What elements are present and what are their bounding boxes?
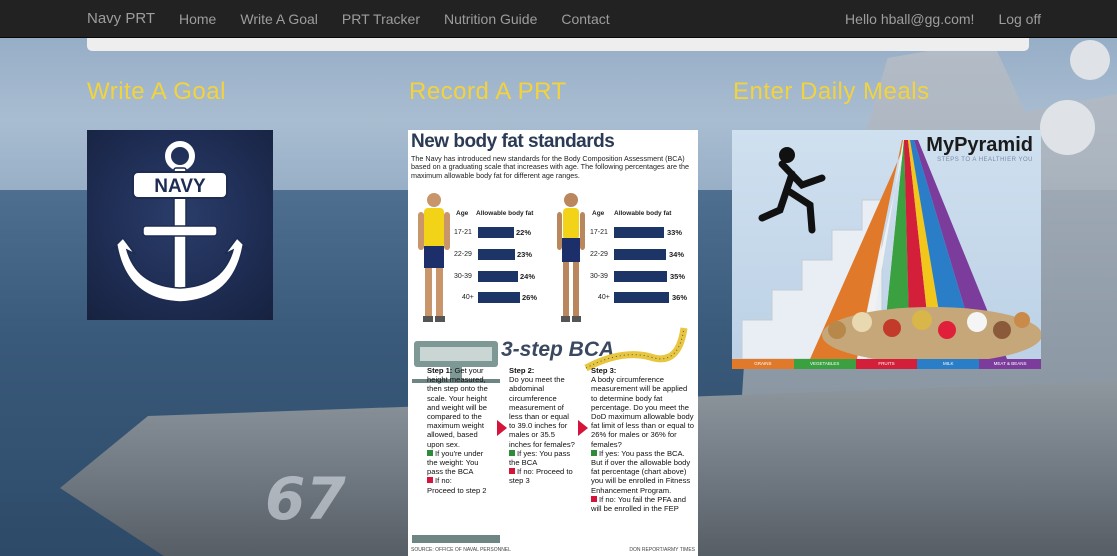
user-greeting-link[interactable]: Hello hball@gg.com! [845, 11, 974, 27]
female-age: 40+ [598, 294, 610, 301]
female-bar [614, 271, 667, 282]
food-group-meat-beans: MEAT & BEANS [979, 359, 1041, 369]
arrow-icon [578, 420, 588, 436]
infographic-title: New body fat standards [411, 131, 615, 152]
step-3-no: If no: You fail the PFA and will be enro… [591, 494, 686, 514]
navbar: Navy PRT Home Write A Goal PRT Tracker N… [0, 0, 1117, 38]
radar-dome [1040, 100, 1095, 155]
female-age: 30-39 [590, 273, 608, 280]
male-age: 30-39 [454, 273, 472, 280]
male-pct: 26% [522, 293, 538, 302]
food-group-grains: GRAINS [732, 359, 794, 369]
male-age: 22-29 [454, 251, 472, 258]
female-table: Age Allowable body fat 17-21 33% 22-29 3… [590, 210, 696, 330]
female-pct: 34% [669, 250, 685, 259]
brand-link[interactable]: Navy PRT [87, 10, 155, 27]
female-age-header: Age [592, 210, 605, 217]
step-1-no-label: If no: [435, 476, 452, 486]
step-2: Step 2: Do you meet the abdominal circum… [509, 366, 575, 486]
male-pct: 22% [516, 228, 532, 237]
female-figure-icon [557, 193, 585, 322]
step-2-yes: If yes: You pass the BCA [509, 448, 571, 468]
step-2-text: Do you meet the abdominal circumference … [509, 375, 575, 449]
female-bar [614, 249, 666, 260]
female-age: 22-29 [590, 251, 608, 258]
credit-right: DON REPORT/ARMY TIMES [629, 547, 695, 553]
arrow-icon [497, 420, 507, 436]
navy-label: NAVY [154, 176, 206, 197]
male-pct: 24% [520, 272, 536, 281]
step-1-no: Proceed to step 2 [427, 485, 487, 495]
hull-number: 67 [265, 465, 346, 533]
step-3: Step 3: A body circumference measurement… [591, 366, 695, 513]
male-pct: 23% [517, 250, 533, 259]
nav-write-goal[interactable]: Write A Goal [240, 11, 318, 27]
record-prt-heading: Record A PRT [409, 78, 567, 105]
pyramid-logo: MyPyramid [926, 134, 1033, 156]
nav-links: Home Write A Goal PRT Tracker Nutrition … [179, 11, 634, 27]
step-3-head: Step 3: [591, 366, 617, 375]
step-2-head: Step 2: [509, 366, 535, 375]
male-table: Age Allowable body fat 17-21 22% 22-29 2… [454, 210, 554, 330]
male-bar [478, 227, 514, 238]
body-fat-infographic[interactable]: New body fat standards The Navy has intr… [408, 130, 698, 556]
daily-meals-heading: Enter Daily Meals [733, 78, 930, 105]
female-pct: 33% [667, 228, 683, 237]
male-age-header: Age [456, 210, 469, 217]
food-group-fruits: FRUITS [855, 359, 918, 369]
step-1-text: Get your height measured, then step onto… [427, 366, 488, 449]
male-age: 40+ [462, 294, 474, 301]
food-group-milk: MILK [917, 359, 980, 369]
female-pct: 36% [672, 293, 688, 302]
anchor-icon: NAVY [102, 141, 258, 303]
female-age: 17-21 [590, 229, 608, 236]
nav-home[interactable]: Home [179, 11, 216, 27]
step-3-text: A body circumference measurement will be… [591, 375, 694, 449]
male-bar [478, 271, 518, 282]
step-1-yes: If you're under the weight: You pass the… [427, 448, 484, 477]
step-1-head: Step 1: [427, 366, 453, 375]
content-panel-edge [87, 38, 1029, 51]
food-group-vegetables: VEGETABLES [793, 359, 856, 369]
food-group-legend: GRAINS VEGETABLES FRUITS MILK MEAT & BEA… [732, 359, 1041, 369]
mypyramid-image[interactable]: MyPyramid STEPS TO A HEALTHIER YOU GRAIN… [732, 130, 1041, 369]
radar-dome [1070, 40, 1110, 80]
pyramid-subtitle: STEPS TO A HEALTHIER YOU [937, 157, 1033, 163]
step-3-yes: If yes: You pass the BCA. But if over th… [591, 448, 691, 495]
nav-contact[interactable]: Contact [561, 11, 609, 27]
female-bar [614, 227, 664, 238]
nav-prt-tracker[interactable]: PRT Tracker [342, 11, 420, 27]
male-figure-icon [418, 193, 450, 322]
female-allow-header: Allowable body fat [614, 210, 672, 217]
infographic-intro: The Navy has introduced new standards fo… [411, 154, 689, 180]
logoff-link[interactable]: Log off [998, 11, 1041, 27]
male-age: 17-21 [454, 229, 472, 236]
nav-user: Hello hball@gg.com! Log off [821, 11, 1041, 27]
navy-anchor-image[interactable]: NAVY [87, 130, 273, 320]
male-bar [478, 249, 515, 260]
male-bar [478, 292, 520, 303]
write-goal-heading: Write A Goal [87, 78, 226, 105]
nav-nutrition-guide[interactable]: Nutrition Guide [444, 11, 537, 27]
female-bar [614, 292, 669, 303]
food-pyramid-icon [741, 140, 1041, 359]
male-allow-header: Allowable body fat [476, 210, 534, 217]
step-2-no: If no: Proceed to step 3 [509, 467, 573, 486]
step-1: Step 1: Get your height measured, then s… [427, 366, 495, 495]
female-pct: 35% [670, 272, 686, 281]
credit-left: SOURCE: OFFICE OF NAVAL PERSONNEL [411, 547, 511, 553]
